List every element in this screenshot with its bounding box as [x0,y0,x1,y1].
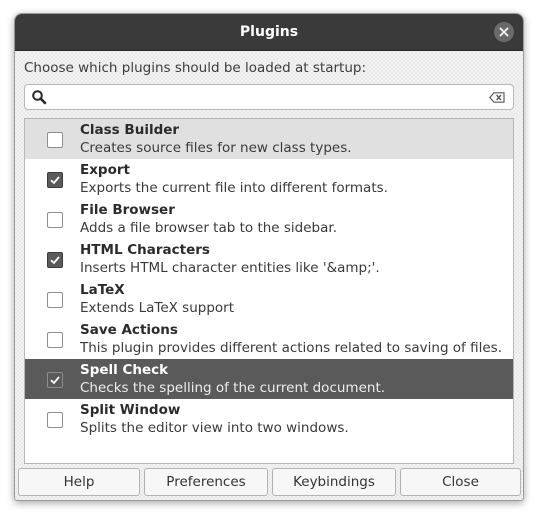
plugin-list: Class Builder Creates source files for n… [24,118,514,464]
plugin-checkbox[interactable] [47,132,63,148]
plugin-checkbox[interactable] [47,252,63,268]
plugin-name: HTML Characters [80,242,210,258]
plugin-description: Extends LaTeX support [80,300,234,316]
plugin-checkbox[interactable] [47,412,63,428]
checkmark-icon [50,376,60,385]
plugin-name: Class Builder [80,122,180,138]
plugin-row-save-actions[interactable]: Save Actions This plugin provides differ… [25,319,513,359]
plugin-checkbox[interactable] [47,212,63,228]
plugin-name: Export [80,162,130,178]
button-bar: Help Preferences Keybindings Close [18,468,521,496]
checkmark-icon [50,176,60,185]
plugin-row-export[interactable]: Export Exports the current file into dif… [25,159,513,199]
plugin-row-split-window[interactable]: Split Window Splits the editor view into… [25,399,513,439]
plugin-description: Splits the editor view into two windows. [80,420,349,436]
plugin-checkbox[interactable] [47,372,63,388]
search-field[interactable] [24,84,514,110]
plugin-name: Save Actions [80,322,178,338]
plugin-description: This plugin provides different actions r… [80,340,502,356]
plugin-name: LaTeX [80,282,125,298]
plugin-description: Checks the spelling of the current docum… [80,380,386,396]
plugin-description: Creates source files for new class types… [80,140,352,156]
plugin-checkbox[interactable] [47,172,63,188]
help-button[interactable]: Help [18,468,140,496]
titlebar[interactable]: Plugins [15,14,523,51]
plugin-name: Split Window [80,402,181,418]
window-close-button[interactable] [494,22,514,42]
plugin-checkbox[interactable] [47,332,63,348]
plugin-name: Spell Check [80,362,169,378]
clear-icon[interactable] [489,92,505,103]
keybindings-button[interactable]: Keybindings [272,468,396,496]
plugin-row-file-browser[interactable]: File Browser Adds a file browser tab to … [25,199,513,239]
plugin-row-class-builder[interactable]: Class Builder Creates source files for n… [25,119,513,159]
plugin-description: Exports the current file into different … [80,180,388,196]
search-input[interactable] [51,87,481,107]
plugin-row-html-characters[interactable]: HTML Characters Inserts HTML character e… [25,239,513,279]
checkmark-icon [50,256,60,265]
plugin-name: File Browser [80,202,175,218]
plugin-description: Adds a file browser tab to the sidebar. [80,220,338,236]
plugin-row-latex[interactable]: LaTeX Extends LaTeX support [25,279,513,319]
dialog-title: Plugins [239,24,299,40]
plugin-checkbox[interactable] [47,292,63,308]
close-icon [499,27,509,37]
plugin-description: Inserts HTML character entities like '&a… [80,260,380,276]
preferences-button[interactable]: Preferences [144,468,268,496]
search-icon [32,90,47,105]
plugins-dialog: Plugins Choose which plugins should be l… [14,13,524,501]
instruction-label: Choose which plugins should be loaded at… [24,60,367,76]
close-button[interactable]: Close [400,468,521,496]
plugin-row-spell-check[interactable]: Spell Check Checks the spelling of the c… [25,359,513,399]
